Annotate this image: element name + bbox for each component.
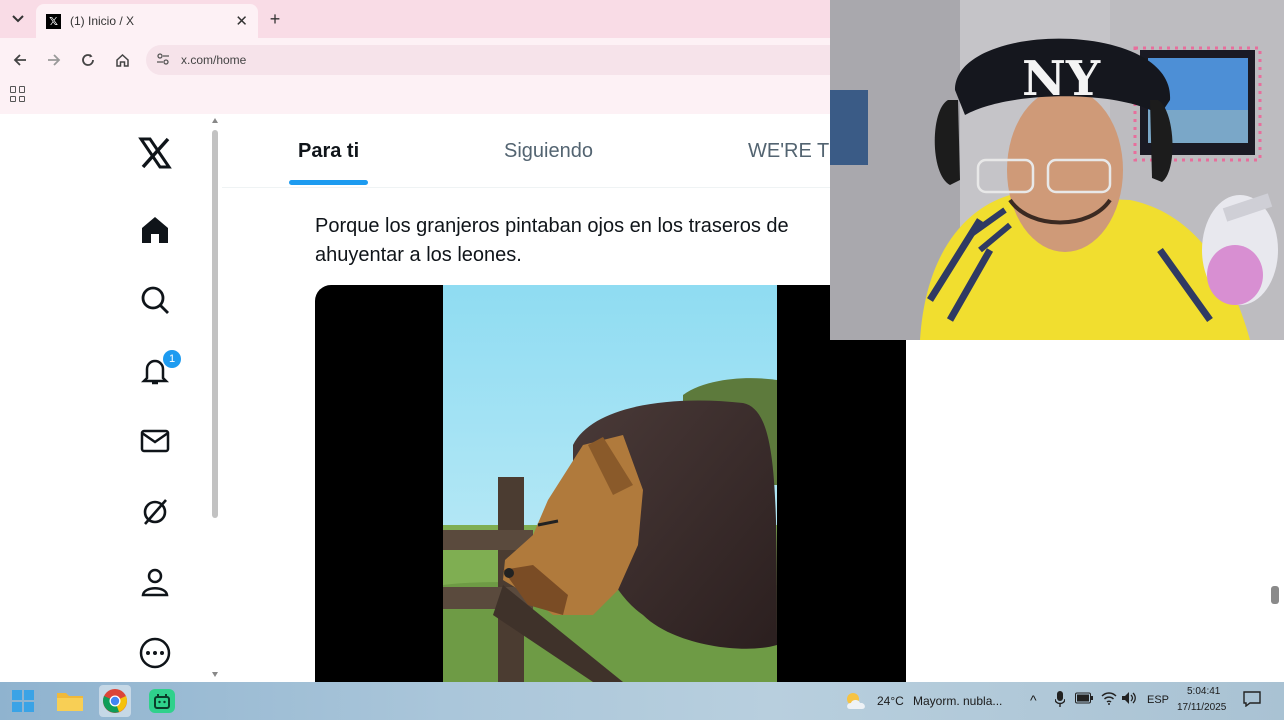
search-icon[interactable] [136, 281, 174, 319]
apps-grid-icon[interactable] [10, 86, 26, 102]
x-sidebar-nav: 1 [130, 114, 181, 682]
webcam-overlay: NY [830, 0, 1284, 340]
start-button[interactable] [7, 685, 39, 717]
language-indicator[interactable]: ESP [1147, 694, 1169, 706]
windows-taskbar: 24°C Mayorm. nubla... ^ ESP 5:04:41 17/1… [0, 682, 1284, 720]
reload-icon[interactable] [76, 48, 100, 72]
right-scrollbar-thumb[interactable] [1271, 586, 1279, 604]
file-explorer-button[interactable] [54, 685, 86, 717]
windows-icon [12, 690, 34, 712]
forward-icon[interactable] [42, 48, 66, 72]
post-video[interactable] [315, 285, 906, 682]
notification-badge: 1 [163, 350, 181, 368]
browser-tab-active[interactable]: 𝕏 (1) Inicio / X ✕ [36, 4, 258, 38]
folder-icon [57, 693, 83, 711]
video-frame [443, 285, 777, 682]
svg-text:NY: NY [1022, 51, 1101, 107]
url-text: x.com/home [181, 53, 247, 67]
volume-icon[interactable] [1121, 691, 1137, 708]
active-tab-indicator [289, 180, 368, 185]
tab-search-button[interactable] [6, 8, 30, 30]
timeline-tabs: Para ti Siguiendo WE'RE T [222, 114, 830, 188]
weather-icon[interactable] [843, 685, 871, 717]
tab-siguiendo[interactable]: Siguiendo [504, 140, 593, 163]
post-text: Porque los granjeros pintaban ojos en lo… [315, 215, 789, 266]
chrome-icon [103, 689, 127, 713]
x-logo-icon[interactable] [136, 134, 174, 172]
site-info-icon[interactable] [156, 52, 174, 68]
more-icon[interactable] [136, 634, 174, 672]
address-bar[interactable]: x.com/home [146, 45, 830, 75]
app-store-button[interactable] [146, 685, 178, 717]
chrome-button[interactable] [99, 685, 131, 717]
microphone-icon[interactable] [1054, 691, 1066, 710]
weather-temperature[interactable]: 24°C [877, 694, 904, 708]
grok-icon[interactable] [136, 493, 174, 531]
back-icon[interactable] [8, 48, 32, 72]
x-logo-icon: 𝕏 [46, 13, 61, 29]
profile-icon[interactable] [136, 563, 174, 601]
tab-were-t[interactable]: WE'RE T [748, 140, 829, 163]
weather-description[interactable]: Mayorm. nubla... [913, 694, 1002, 708]
mail-icon[interactable] [136, 422, 174, 460]
tab-para-ti[interactable]: Para ti [298, 140, 359, 163]
android-store-icon [149, 689, 175, 713]
wifi-icon[interactable] [1101, 691, 1117, 708]
chevron-down-icon [12, 15, 24, 23]
clock-time[interactable]: 5:04:41 [1187, 686, 1220, 697]
notifications-button[interactable]: 1 [136, 350, 181, 390]
tab-title: (1) Inicio / X [70, 14, 135, 28]
page-scrollbar[interactable] [211, 118, 219, 680]
home-browser-icon[interactable] [110, 48, 134, 72]
clock-date[interactable]: 17/11/2025 [1177, 702, 1226, 713]
home-icon[interactable] [136, 211, 174, 249]
tray-chevron-up-icon[interactable]: ^ [1030, 692, 1037, 708]
battery-icon[interactable] [1075, 692, 1093, 707]
new-tab-button[interactable]: + [264, 8, 286, 30]
close-tab-icon[interactable]: ✕ [235, 12, 248, 30]
notifications-center-icon[interactable] [1243, 691, 1261, 710]
